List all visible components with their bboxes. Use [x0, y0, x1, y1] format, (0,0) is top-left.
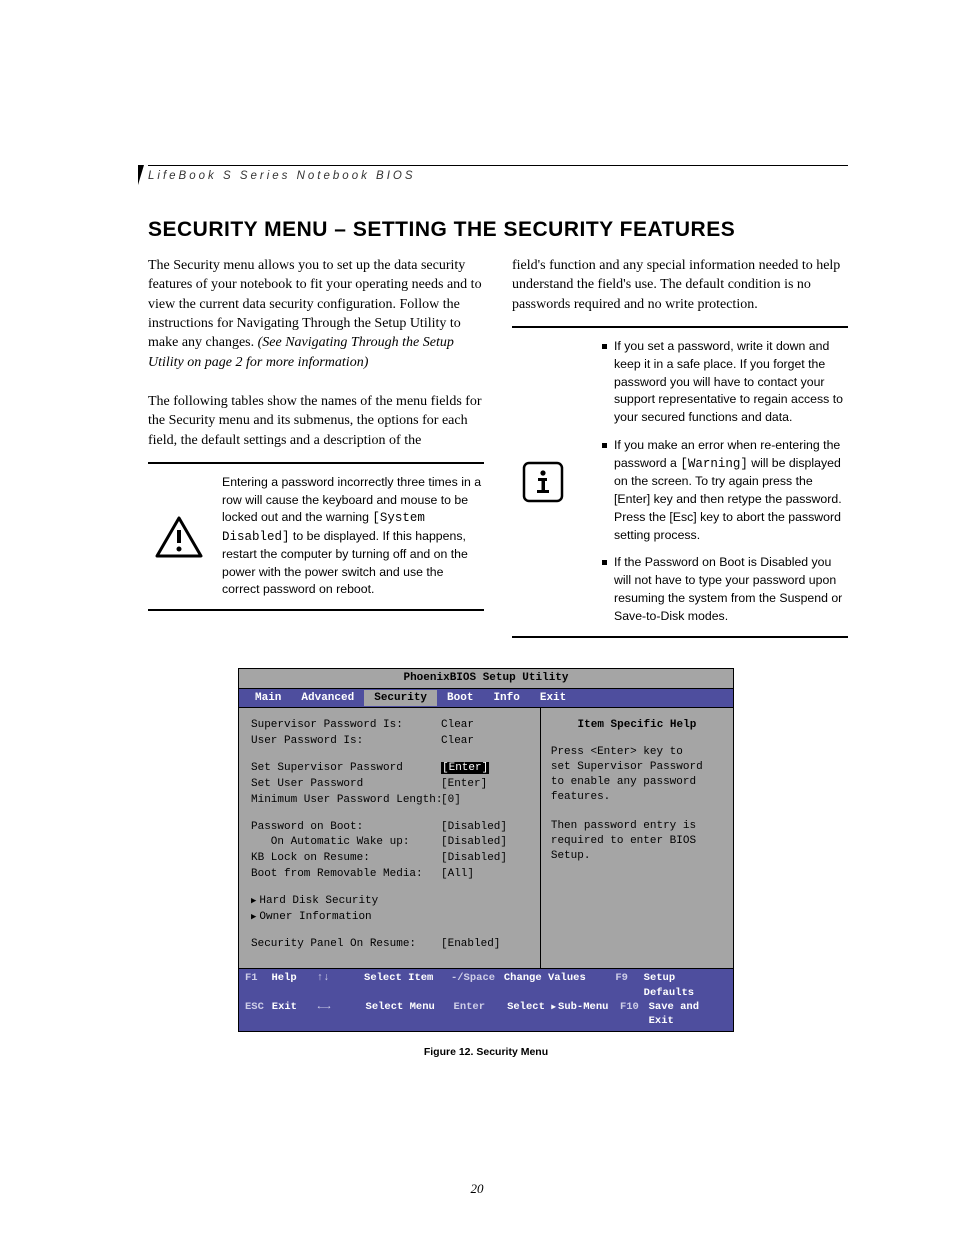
bios-field-value: [All]	[441, 867, 474, 882]
bios-help-line: Press <Enter> key to	[551, 745, 723, 760]
bios-menu-item: Info	[483, 690, 529, 707]
bios-field-label: User Password Is:	[251, 734, 441, 749]
bios-field-label: Supervisor Password Is:	[251, 718, 441, 733]
footer-key-space: -/Space	[451, 971, 504, 999]
footer-key-enter: Enter	[454, 1000, 508, 1028]
bios-field-label: On Automatic Wake up:	[251, 835, 441, 850]
bios-help-line: required to enter BIOS	[551, 834, 723, 849]
right-column: field's function and any special informa…	[512, 256, 848, 638]
info-icon	[521, 460, 565, 504]
bios-field-row: Security Panel On Resume:[Enabled]	[251, 937, 532, 952]
bios-field-label: Owner Information	[251, 910, 441, 925]
bios-field-label: Security Panel On Resume:	[251, 937, 441, 952]
info-bullet-3: If the Password on Boot is Disabled you …	[602, 554, 848, 625]
bios-field-label: Set Supervisor Password	[251, 761, 441, 776]
footer-label-select-submenu: Select Sub-Menu	[507, 1000, 620, 1028]
footer-label-setup-defaults: Setup Defaults	[644, 971, 727, 999]
info-bullet-2: If you make an error when re-entering th…	[602, 437, 848, 544]
footer-label-select-menu: Select Menu	[366, 1000, 454, 1028]
footer-key-f1: F1	[245, 971, 271, 999]
bios-figure: PhoenixBIOS Setup Utility MainAdvancedSe…	[238, 668, 734, 1059]
bios-help-title: Item Specific Help	[551, 718, 723, 733]
footer-key-esc: ESC	[245, 1000, 272, 1028]
page-title: SECURITY MENU – SETTING THE SECURITY FEA…	[148, 218, 848, 242]
bios-help-line: features.	[551, 790, 723, 805]
bios-field-row: Boot from Removable Media:[All]	[251, 867, 532, 882]
bios-help-pane: Item Specific Help Press <Enter> key tos…	[540, 708, 733, 968]
bios-menu-item: Advanced	[291, 690, 364, 707]
bios-screen: PhoenixBIOS Setup Utility MainAdvancedSe…	[238, 668, 734, 1033]
bios-field-value: [Disabled]	[441, 851, 507, 866]
footer-key-leftright: ←→	[318, 1000, 366, 1028]
bios-field-label: Set User Password	[251, 777, 441, 792]
footer-label-select-item: Select Item	[364, 971, 451, 999]
intro-paragraph-1: The Security menu allows you to set up t…	[148, 256, 484, 372]
footer-key-updown: ↑↓	[317, 971, 364, 999]
bios-field-row: On Automatic Wake up:[Disabled]	[251, 835, 532, 850]
warning-icon	[155, 516, 203, 558]
bios-field-value: Clear	[441, 734, 474, 749]
bios-field-value: [0]	[441, 793, 461, 808]
bios-field-row: Supervisor Password Is:Clear	[251, 718, 532, 733]
bios-field-value: [Enabled]	[441, 937, 500, 952]
running-header: LifeBook S Series Notebook BIOS	[148, 165, 848, 182]
info-b2-code: [Warning]	[680, 457, 748, 471]
bios-field-label: Boot from Removable Media:	[251, 867, 441, 882]
footer-label-save-exit: Save and Exit	[649, 1000, 727, 1028]
bios-field-row: Set Supervisor Password[Enter]	[251, 761, 532, 776]
bios-field-label: Minimum User Password Length:	[251, 793, 441, 808]
bios-title: PhoenixBIOS Setup Utility	[239, 669, 733, 689]
footer-key-f9: F9	[615, 971, 643, 999]
bios-menu-item: Security	[364, 690, 437, 707]
bios-menu-bar: MainAdvancedSecurityBootInfoExit	[239, 689, 733, 708]
bios-field-label: Password on Boot:	[251, 820, 441, 835]
bios-menu-item: Boot	[437, 690, 483, 707]
info-bullet-1: If you set a password, write it down and…	[602, 338, 848, 427]
bios-field-row: Minimum User Password Length:[0]	[251, 793, 532, 808]
bios-field-row: Set User Password[Enter]	[251, 777, 532, 792]
bios-field-value: [Enter]	[441, 761, 489, 776]
page-number: 20	[0, 1181, 954, 1197]
warning-note-box: Entering a password incorrectly three ti…	[148, 462, 484, 611]
bios-field-row: Owner Information	[251, 910, 532, 925]
bios-field-row: Hard Disk Security	[251, 894, 532, 909]
footer-key-f10: F10	[620, 1000, 649, 1028]
info-bullet-list: If you set a password, write it down and…	[586, 338, 848, 626]
warning-text-a: Entering a password incorrectly three ti…	[222, 475, 481, 525]
bios-help-line: to enable any password	[551, 775, 723, 790]
bios-field-value: Clear	[441, 718, 474, 733]
bios-help-line	[551, 805, 723, 820]
bios-field-row: Password on Boot:[Disabled]	[251, 820, 532, 835]
warning-text: Entering a password incorrectly three ti…	[222, 474, 484, 599]
bios-field-label: KB Lock on Resume:	[251, 851, 441, 866]
bios-menu-item: Main	[245, 690, 291, 707]
bios-field-row: User Password Is:Clear	[251, 734, 532, 749]
bios-field-row: KB Lock on Resume:[Disabled]	[251, 851, 532, 866]
bios-field-value: [Disabled]	[441, 835, 507, 850]
bios-help-line: set Supervisor Password	[551, 760, 723, 775]
bios-field-label: Hard Disk Security	[251, 894, 441, 909]
bios-help-line: Then password entry is	[551, 819, 723, 834]
bios-help-text: Press <Enter> key toset Supervisor Passw…	[551, 745, 723, 864]
bios-field-value: [Disabled]	[441, 820, 507, 835]
bios-field-value: [Enter]	[441, 777, 487, 792]
footer-label-help: Help	[271, 971, 316, 999]
left-column: The Security menu allows you to set up t…	[148, 256, 484, 638]
intro-paragraph-3: field's function and any special informa…	[512, 256, 848, 314]
bios-menu-item: Exit	[530, 690, 576, 707]
footer-label-exit: Exit	[272, 1000, 318, 1028]
figure-caption: Figure 12. Security Menu	[238, 1046, 734, 1058]
intro-paragraph-2: The following tables show the names of t…	[148, 392, 484, 450]
footer-label-change-values: Change Values	[504, 971, 615, 999]
info-note-box: If you set a password, write it down and…	[512, 326, 848, 638]
bios-help-line: Setup.	[551, 849, 723, 864]
bios-footer: F1 Help ↑↓ Select Item -/Space Change Va…	[239, 969, 733, 1031]
bios-left-pane: Supervisor Password Is:ClearUser Passwor…	[239, 708, 540, 968]
